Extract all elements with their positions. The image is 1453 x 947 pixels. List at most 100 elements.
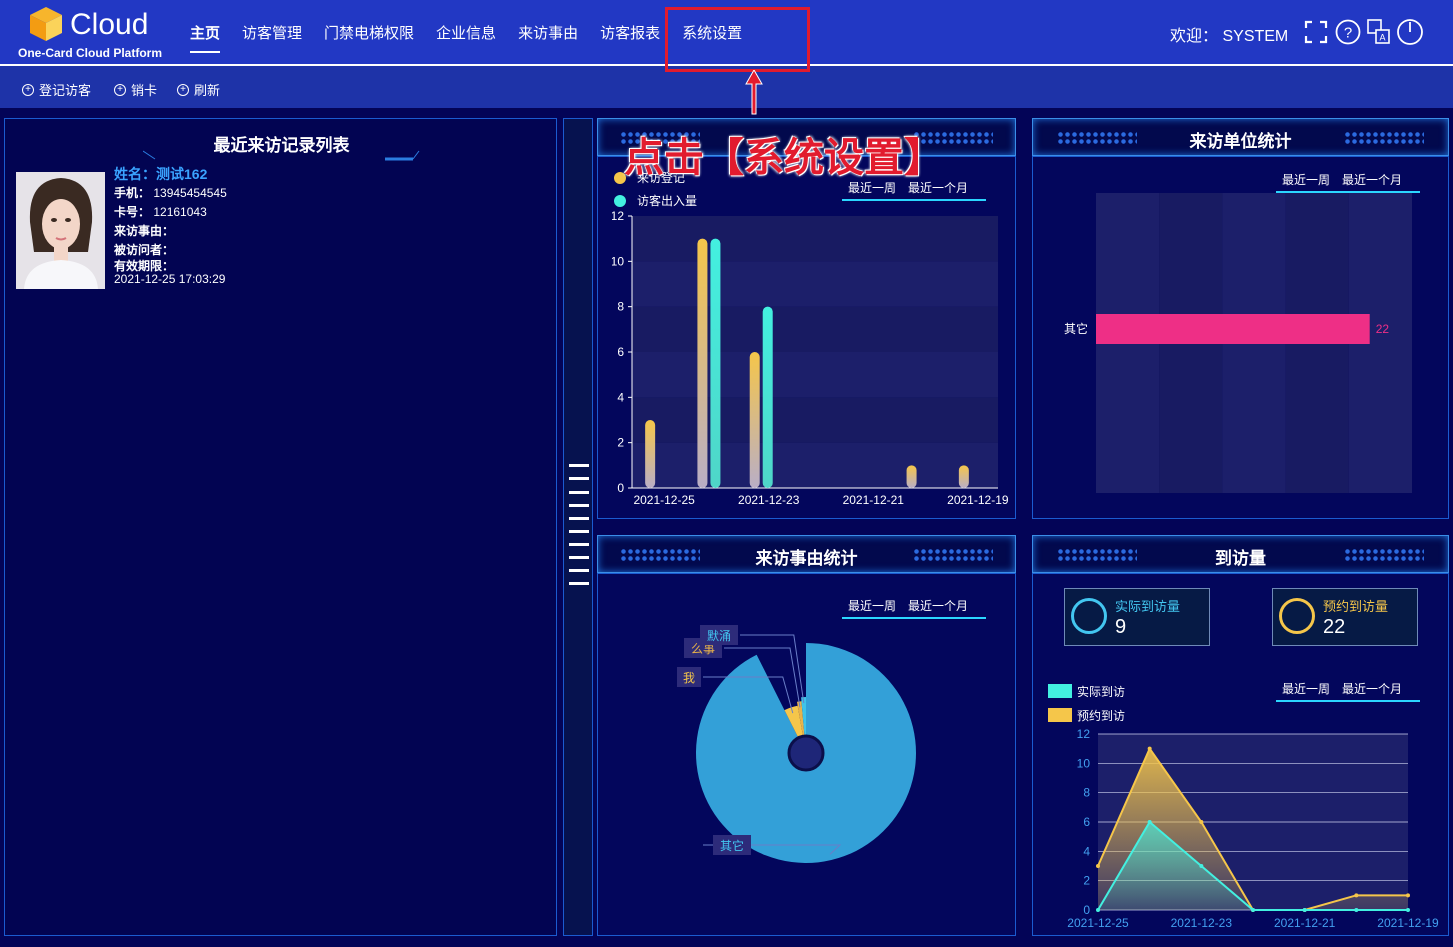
pie-label: 我 <box>683 671 695 685</box>
nav-company-info[interactable]: 企业信息 <box>436 22 496 53</box>
data-point <box>1199 820 1204 824</box>
bar <box>762 306 773 488</box>
y-tick-label: 0 <box>1083 903 1090 917</box>
fullscreen-icon[interactable] <box>1304 20 1328 44</box>
logo-icon <box>30 7 62 41</box>
bar <box>958 465 969 488</box>
tab-month[interactable]: 最近一个月 <box>908 181 968 195</box>
reason-stats-header: 来访事由统计 <box>597 535 1016 573</box>
actual-arrival-value: 9 <box>1115 616 1127 638</box>
collapse-handle[interactable] <box>563 118 593 936</box>
user-name: SYSTEM <box>1222 28 1289 45</box>
help-icon[interactable]: ? <box>1335 19 1361 45</box>
bar <box>906 465 917 488</box>
bar <box>749 352 760 488</box>
header-dots <box>1344 131 1424 145</box>
data-point <box>1096 864 1100 868</box>
tab-month[interactable]: 最近一个月 <box>1342 173 1402 187</box>
register-visitor-label: 登记访客 <box>39 83 92 98</box>
legend-swatch <box>614 195 626 207</box>
legend-swatch <box>1048 684 1072 698</box>
nav-home[interactable]: 主页 <box>190 22 221 53</box>
grip-mark <box>569 543 589 559</box>
unit-stats-chart: 其它 22 <box>1064 193 1412 493</box>
y-tick-label: 0 <box>617 481 624 495</box>
x-tick-label: 2021-12-25 <box>1067 916 1129 930</box>
x-tick-label: 2021-12-19 <box>947 493 1009 507</box>
phone-label: 手机： <box>114 186 151 200</box>
tab-month[interactable]: 最近一个月 <box>1342 682 1402 696</box>
y-tick-label: 10 <box>1077 756 1091 770</box>
grid-band <box>632 352 998 398</box>
x-tick-label: 2021-12-21 <box>843 493 905 507</box>
cancel-card-button[interactable]: + 销卡 <box>114 80 157 99</box>
x-tick-label: 2021-12-23 <box>1171 916 1233 930</box>
y-tick-label: 12 <box>612 209 624 223</box>
register-visitor-button[interactable]: + 登记访客 <box>22 80 91 99</box>
nav-visitor-management[interactable]: 访客管理 <box>242 22 302 53</box>
visitee: 被访问者： <box>114 243 175 257</box>
add-circle-icon: + <box>177 83 189 96</box>
logo-subtitle: One-Card Cloud Platform <box>18 46 163 60</box>
arrival-tabs: 最近一周 最近一个月 <box>1276 680 1421 702</box>
annotation-text: 点击【系统设置】 <box>624 136 944 180</box>
y-tick-label: 10 <box>612 254 624 268</box>
nav-access-permissions[interactable]: 门禁电梯权限 <box>324 22 414 53</box>
y-tick-label: 2 <box>1083 874 1090 888</box>
bar <box>1096 314 1370 344</box>
grid-band <box>632 216 998 262</box>
welcome-text: 欢迎： SYSTEM <box>1170 22 1288 46</box>
svg-text:A: A <box>1379 33 1385 43</box>
x-tick-label: 2021-12-25 <box>633 493 695 507</box>
tab-week[interactable]: 最近一周 <box>848 181 896 195</box>
grid-band <box>632 442 998 488</box>
grip-mark <box>569 517 589 533</box>
data-point <box>1354 908 1359 912</box>
add-circle-icon: + <box>114 83 126 96</box>
grip-mark <box>569 464 589 480</box>
visitor-phone: 手机： 13945454545 <box>114 184 227 203</box>
translate-icon[interactable]: A <box>1367 19 1391 45</box>
bar-chart-icon <box>1071 598 1107 634</box>
nav-visitor-reports[interactable]: 访客报表 <box>600 22 660 53</box>
bar <box>697 238 708 488</box>
tab-week[interactable]: 最近一周 <box>1282 173 1330 187</box>
y-tick-label: 8 <box>1083 786 1090 800</box>
legend-label: 实际到访 <box>1077 684 1126 699</box>
refresh-label: 刷新 <box>194 83 221 98</box>
data-point <box>1147 820 1152 824</box>
tab-week[interactable]: 最近一周 <box>848 599 896 613</box>
visit-reason: 来访事由： <box>114 224 175 238</box>
nav-visit-reasons[interactable]: 来访事由 <box>518 22 578 53</box>
data-point <box>1147 746 1152 751</box>
bar <box>710 238 721 488</box>
title-decoration <box>143 150 420 161</box>
tab-week[interactable]: 最近一周 <box>1282 682 1330 696</box>
unit-stats-header: 来访单位统计 <box>1032 118 1449 156</box>
data-point <box>1096 908 1100 912</box>
expiry-value: 2021-12-25 17:03:29 <box>114 272 226 286</box>
grip-mark <box>569 569 589 585</box>
refresh-button[interactable]: + 刷新 <box>177 80 220 99</box>
bar-chart-icon <box>1279 598 1315 634</box>
visitor-card: 卡号： 12161043 <box>114 203 227 222</box>
reserved-arrival-label: 预约到访量 <box>1323 599 1389 614</box>
x-tick-label: 2021-12-23 <box>738 493 800 507</box>
legend-label: 访客出入量 <box>637 193 697 208</box>
tab-month[interactable]: 最近一个月 <box>908 599 968 613</box>
power-icon[interactable] <box>1396 18 1424 46</box>
data-label: 22 <box>1376 322 1390 336</box>
toolbar: + 登记访客 + 销卡 + 刷新 <box>0 66 1453 108</box>
visitor-count-chart: 来访登记访客出入量0246810122021-12-25 2021-12-23 20… <box>612 170 1009 507</box>
phone-value: 13945454545 <box>153 186 227 200</box>
actual-arrival-card: 实际到访量 9 <box>1064 588 1210 646</box>
y-tick-label: 2 <box>617 436 624 450</box>
pie-center <box>787 734 825 772</box>
data-point <box>1302 908 1307 912</box>
arrow-icon <box>745 70 763 115</box>
y-tick-label: 12 <box>1077 727 1091 741</box>
actual-arrival-label: 实际到访量 <box>1115 599 1181 614</box>
add-circle-icon: + <box>22 83 34 96</box>
y-tick-label: 其它 <box>1064 321 1088 336</box>
arrival-chart: 0 2 4 6 8 10 12 2021-12-25 2021-12-23 2021-12-21 2… <box>1067 727 1439 930</box>
